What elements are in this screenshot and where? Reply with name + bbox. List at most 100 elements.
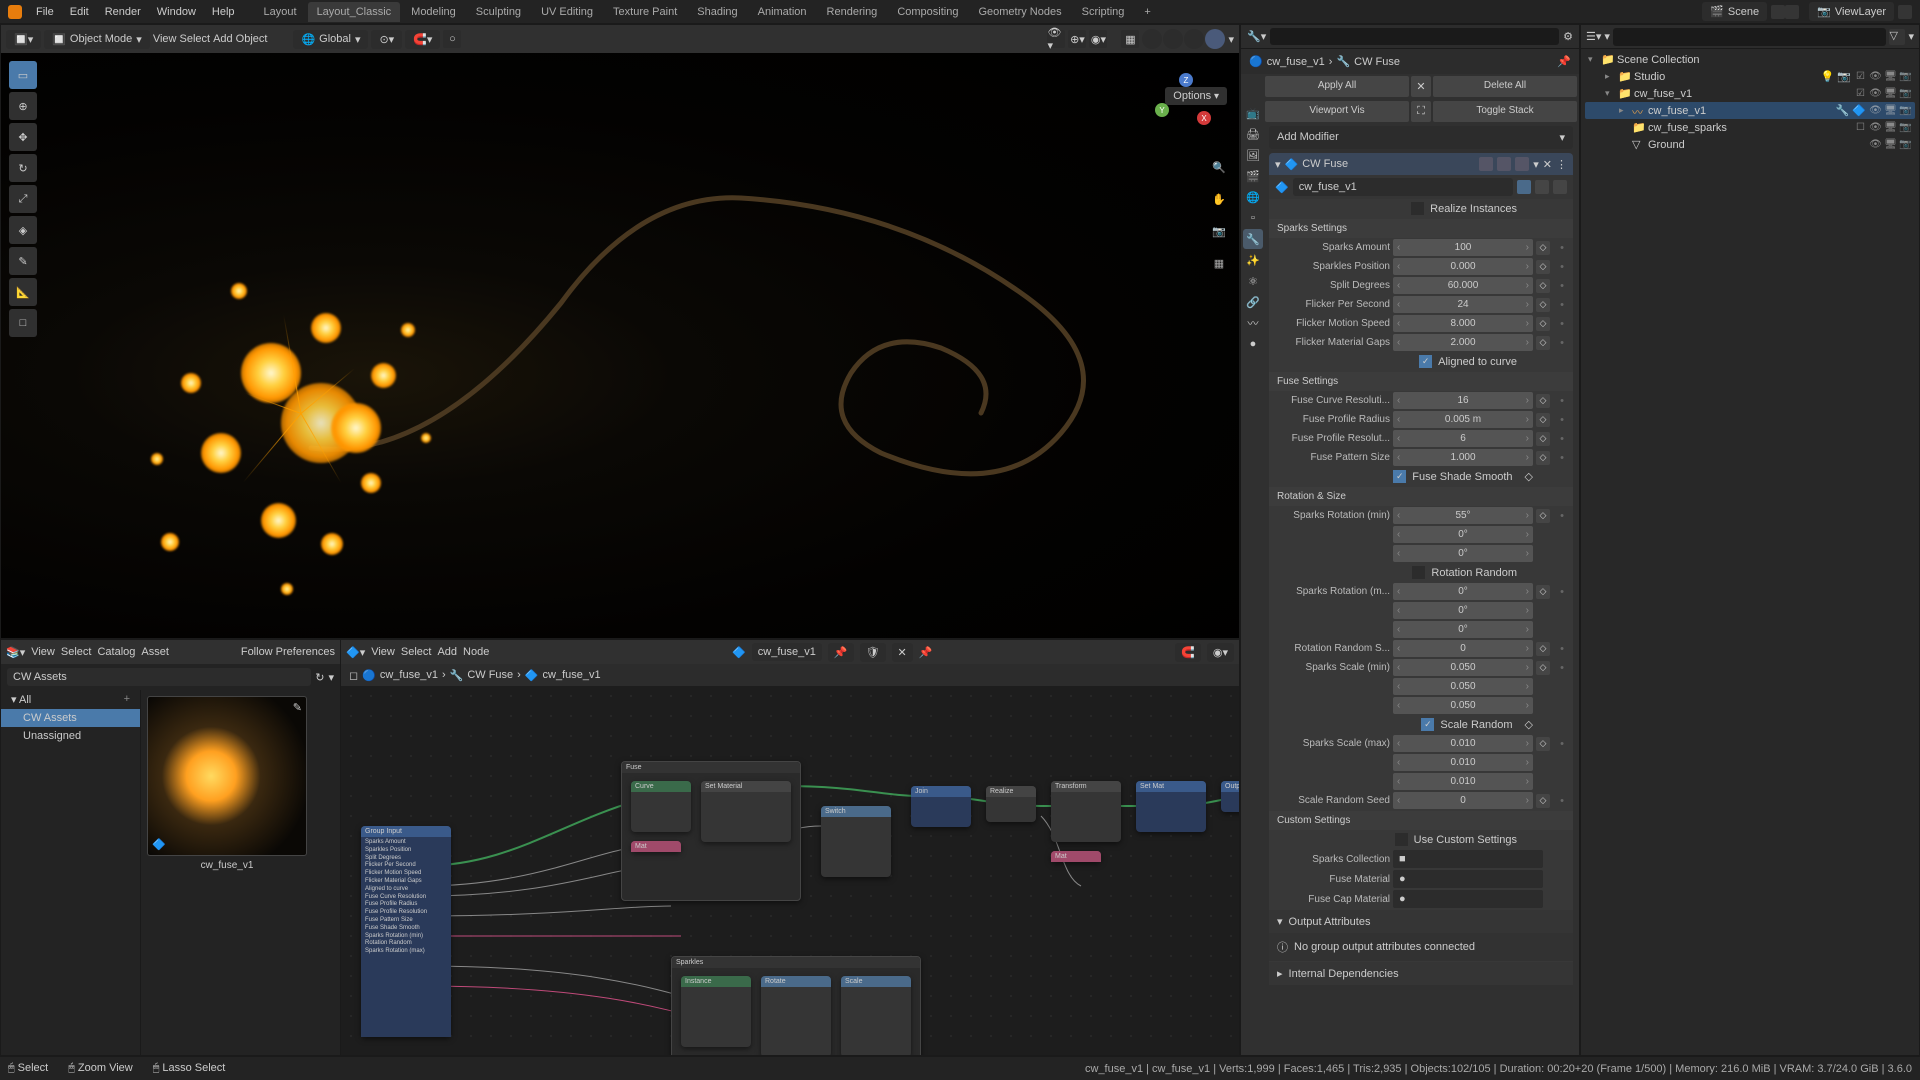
- tab-modeling[interactable]: Modeling: [402, 2, 465, 22]
- render-icon[interactable]: 📷: [1899, 104, 1912, 117]
- node-generic[interactable]: Curve: [631, 781, 691, 832]
- new-scene-icon[interactable]: [1771, 5, 1785, 19]
- hide-icon[interactable]: 👁: [1869, 104, 1882, 117]
- sparkles-position-field[interactable]: 0.000: [1393, 258, 1533, 275]
- gizmo-x-icon[interactable]: X: [1197, 111, 1211, 125]
- tab-add[interactable]: +: [1135, 2, 1159, 22]
- viewport-icon[interactable]: 🖥: [1884, 104, 1897, 117]
- scale-tool-icon[interactable]: ⤢: [9, 185, 37, 213]
- viewport-vis-button[interactable]: Viewport Vis: [1265, 101, 1409, 122]
- vp-menu-object[interactable]: Object: [236, 33, 268, 45]
- vp-menu-add[interactable]: Add: [213, 33, 233, 45]
- mod-extras-icon[interactable]: ⋮: [1556, 158, 1567, 171]
- overlay-toggle-icon[interactable]: ◉▾: [1089, 30, 1107, 48]
- sparks-rot-min-x-field[interactable]: 55°: [1393, 507, 1533, 524]
- xray-icon[interactable]: ▦: [1121, 30, 1139, 48]
- cat-cw-assets[interactable]: CW Assets: [1, 709, 140, 727]
- sparks-rot-min-y-field[interactable]: 0°: [1393, 526, 1533, 543]
- socket-icon[interactable]: ◇: [1536, 298, 1550, 312]
- cat-unassigned[interactable]: Unassigned: [1, 727, 140, 745]
- delete-scene-icon[interactable]: [1785, 5, 1799, 19]
- menu-file[interactable]: File: [28, 2, 62, 22]
- editor-type-icon[interactable]: 🔧▾: [1247, 30, 1266, 43]
- properties-options-icon[interactable]: ⚙: [1563, 30, 1573, 43]
- socket-icon[interactable]: ◇: [1536, 279, 1550, 293]
- mod-close-icon[interactable]: ✕: [1543, 158, 1552, 171]
- measure-tool-icon[interactable]: 📐: [9, 278, 37, 306]
- matprev-shade-icon[interactable]: [1184, 29, 1204, 49]
- nodegroup-name-field[interactable]: cw_fuse_v1: [752, 643, 822, 661]
- node-menu-add[interactable]: Add: [437, 646, 457, 658]
- ng-fake-user-icon[interactable]: [1517, 180, 1531, 194]
- sparks-scale-min-z-field[interactable]: 0.050: [1393, 697, 1533, 714]
- pin-icon[interactable]: 📌: [919, 646, 933, 659]
- rendered-shade-icon[interactable]: [1205, 29, 1225, 49]
- nodegroup-selector[interactable]: cw_fuse_v1: [1293, 178, 1513, 196]
- node-generic[interactable]: Scale: [841, 976, 911, 1055]
- asset-thumbnail[interactable]: ✎ 🔷: [147, 696, 307, 856]
- socket-icon[interactable]: ◇: [1536, 509, 1550, 523]
- node-material[interactable]: Mat: [1051, 851, 1101, 862]
- tab-scripting[interactable]: Scripting: [1073, 2, 1134, 22]
- internal-deps-panel[interactable]: ▸Internal Dependencies: [1269, 962, 1573, 985]
- render-icon[interactable]: 📷: [1899, 138, 1912, 151]
- socket-icon[interactable]: ◇: [1536, 737, 1550, 751]
- node-generic[interactable]: Instance: [681, 976, 751, 1047]
- wireframe-shade-icon[interactable]: [1142, 29, 1162, 49]
- tree-item[interactable]: 📁 cw_fuse_sparks ☐👁🖥📷: [1585, 119, 1915, 136]
- edit-icon[interactable]: ✎: [293, 701, 302, 714]
- tab-compositing[interactable]: Compositing: [888, 2, 967, 22]
- ng-new-icon[interactable]: [1535, 180, 1549, 194]
- perspective-icon[interactable]: ▦: [1207, 251, 1231, 275]
- socket-icon[interactable]: ◇: [1525, 718, 1533, 731]
- tree-item[interactable]: ▸ 📁 Studio 💡📷 ☑👁🖥📷: [1585, 68, 1915, 85]
- toggle-stack-button[interactable]: Toggle Stack: [1433, 101, 1577, 122]
- viewport-icon[interactable]: 🖥: [1884, 70, 1897, 83]
- tab-world-icon[interactable]: 🌐: [1243, 187, 1263, 207]
- editor-type-icon[interactable]: 🔷▾: [346, 646, 365, 659]
- tab-layout-classic[interactable]: Layout_Classic: [308, 2, 401, 22]
- asset-menu-select[interactable]: Select: [61, 646, 92, 658]
- properties-search[interactable]: [1270, 28, 1559, 45]
- zoom-icon[interactable]: 🔍: [1207, 155, 1231, 179]
- visibility-icon[interactable]: 👁▾: [1047, 30, 1065, 48]
- socket-icon[interactable]: ◇: [1536, 394, 1550, 408]
- fuse-shade-smooth-checkbox[interactable]: ✓: [1393, 470, 1406, 483]
- viewport-canvas[interactable]: Options ▾: [1, 53, 1239, 638]
- tab-modifiers-icon[interactable]: 🔧: [1243, 229, 1263, 249]
- socket-icon[interactable]: ◇: [1536, 432, 1550, 446]
- breadcrumb-obj[interactable]: cw_fuse_v1: [1267, 56, 1325, 68]
- pin-icon[interactable]: 📌: [1557, 55, 1571, 68]
- display-mode-icon[interactable]: ▾: [1604, 30, 1610, 43]
- node-material[interactable]: Mat: [631, 841, 681, 852]
- menu-edit[interactable]: Edit: [62, 2, 97, 22]
- filter-icon[interactable]: ▽: [1889, 29, 1905, 45]
- asset-item[interactable]: ✎ 🔷 cw_fuse_v1: [147, 696, 307, 875]
- sparks-rot-max-y-field[interactable]: 0°: [1393, 602, 1533, 619]
- gizmo-y-icon[interactable]: Y: [1155, 103, 1169, 117]
- tab-scene-icon[interactable]: 🎬: [1243, 166, 1263, 186]
- vp-menu-select[interactable]: Select: [179, 33, 210, 45]
- cursor-tool-icon[interactable]: ⊕: [9, 92, 37, 120]
- fuse-cap-material-field[interactable]: ●: [1393, 890, 1543, 908]
- socket-icon[interactable]: ◇: [1536, 260, 1550, 274]
- apply-all-button[interactable]: Apply All: [1265, 76, 1409, 97]
- tab-uv[interactable]: UV Editing: [532, 2, 602, 22]
- chevron-right-icon[interactable]: ▸: [1605, 71, 1615, 82]
- mod-toggle-2-icon[interactable]: [1497, 157, 1511, 171]
- node-group-input[interactable]: Group Input Sparks AmountSparkles Positi…: [361, 826, 451, 1037]
- fuse-profile-radius-field[interactable]: 0.005 m: [1393, 411, 1533, 428]
- modifier-name[interactable]: CW Fuse: [1302, 158, 1475, 170]
- mod-toggle-3-icon[interactable]: [1515, 157, 1529, 171]
- tree-item[interactable]: ▾ 📁 cw_fuse_v1 ☑👁🖥📷: [1585, 85, 1915, 102]
- tab-render-icon[interactable]: 📺: [1243, 103, 1263, 123]
- blender-logo-icon[interactable]: [8, 5, 22, 19]
- menu-window[interactable]: Window: [149, 2, 204, 22]
- tab-rendering[interactable]: Rendering: [818, 2, 887, 22]
- rotation-random-checkbox[interactable]: [1412, 566, 1425, 579]
- scene-selector[interactable]: 🎬 Scene: [1702, 2, 1767, 21]
- asset-menu-catalog[interactable]: Catalog: [97, 646, 135, 658]
- tab-sculpting[interactable]: Sculpting: [467, 2, 530, 22]
- sparks-scale-min-x-field[interactable]: 0.050: [1393, 659, 1533, 676]
- node-generic[interactable]: Rotate: [761, 976, 831, 1055]
